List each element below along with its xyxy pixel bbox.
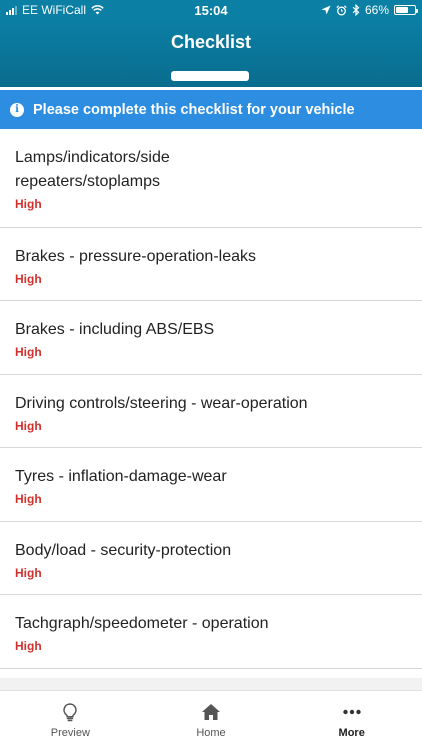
banner-text: Please complete this checklist for your …: [33, 101, 355, 118]
bluetooth-icon: [352, 4, 360, 16]
checklist: Lamps/indicators/side repeaters/stoplamp…: [0, 129, 422, 669]
checklist-item[interactable]: Brakes - including ABS/EBS High: [0, 301, 422, 375]
app-screen: EE WiFiCall 15:04 66% Checklist i Please…: [0, 0, 422, 750]
tab-preview[interactable]: Preview: [0, 691, 141, 750]
checklist-item-title: Brakes - pressure-operation-leaks: [15, 248, 256, 265]
priority-label: High: [15, 566, 42, 580]
tab-bar: Preview Home More: [0, 690, 422, 750]
tab-more[interactable]: More: [281, 691, 422, 750]
priority-label: High: [15, 492, 42, 506]
priority-label: High: [15, 345, 42, 359]
checklist-item[interactable]: Driving controls/steering - wear-operati…: [0, 375, 422, 448]
tab-preview-label: Preview: [50, 727, 90, 739]
checklist-item[interactable]: Tyres - inflation-damage-wear High: [0, 448, 422, 522]
tab-more-label: More: [338, 727, 365, 739]
checklist-item[interactable]: Lamps/indicators/side repeaters/stoplamp…: [0, 129, 422, 228]
status-right: 66%: [321, 3, 418, 17]
checklist-item-title: Body/load - security-protection: [15, 542, 232, 559]
priority-label: High: [15, 197, 42, 211]
alarm-icon: [336, 4, 347, 15]
priority-label: High: [15, 639, 42, 653]
checklist-item-title: Driving controls/steering - wear-operati…: [15, 395, 308, 412]
checklist-item[interactable]: Brakes - pressure-operation-leaks High: [0, 228, 422, 301]
info-icon: i: [10, 102, 24, 117]
checklist-item-title: Tachgraph/speedometer - operation: [15, 615, 269, 632]
battery-fill: [396, 7, 408, 13]
checklist-item[interactable]: Tachgraph/speedometer - operation High: [0, 595, 422, 669]
priority-label: High: [15, 419, 42, 433]
battery-icon: [394, 5, 418, 15]
location-arrow-icon: [321, 5, 331, 15]
list-footer-strip: [0, 678, 422, 690]
page-title: Checklist: [170, 32, 252, 52]
checklist-item-title: Lamps/indicators/side repeaters/stoplamp…: [15, 149, 170, 190]
checklist-item[interactable]: Body/load - security-protection High: [0, 522, 422, 595]
checklist-item-title: Tyres - inflation-damage-wear: [15, 468, 227, 485]
home-icon: [202, 704, 220, 720]
header: Checklist: [0, 20, 422, 87]
priority-label: High: [15, 272, 42, 286]
tab-home[interactable]: Home: [141, 691, 282, 750]
more-dots-icon: [342, 709, 361, 715]
status-bar: EE WiFiCall 15:04 66%: [0, 0, 422, 20]
redacted-subtitle: [171, 71, 249, 81]
checklist-item-title: Brakes - including ABS/EBS: [15, 321, 215, 338]
battery-percent: 66%: [364, 3, 389, 17]
lightbulb-icon: [63, 703, 78, 722]
info-banner: i Please complete this checklist for you…: [0, 90, 422, 129]
tab-home-label: Home: [196, 727, 226, 739]
